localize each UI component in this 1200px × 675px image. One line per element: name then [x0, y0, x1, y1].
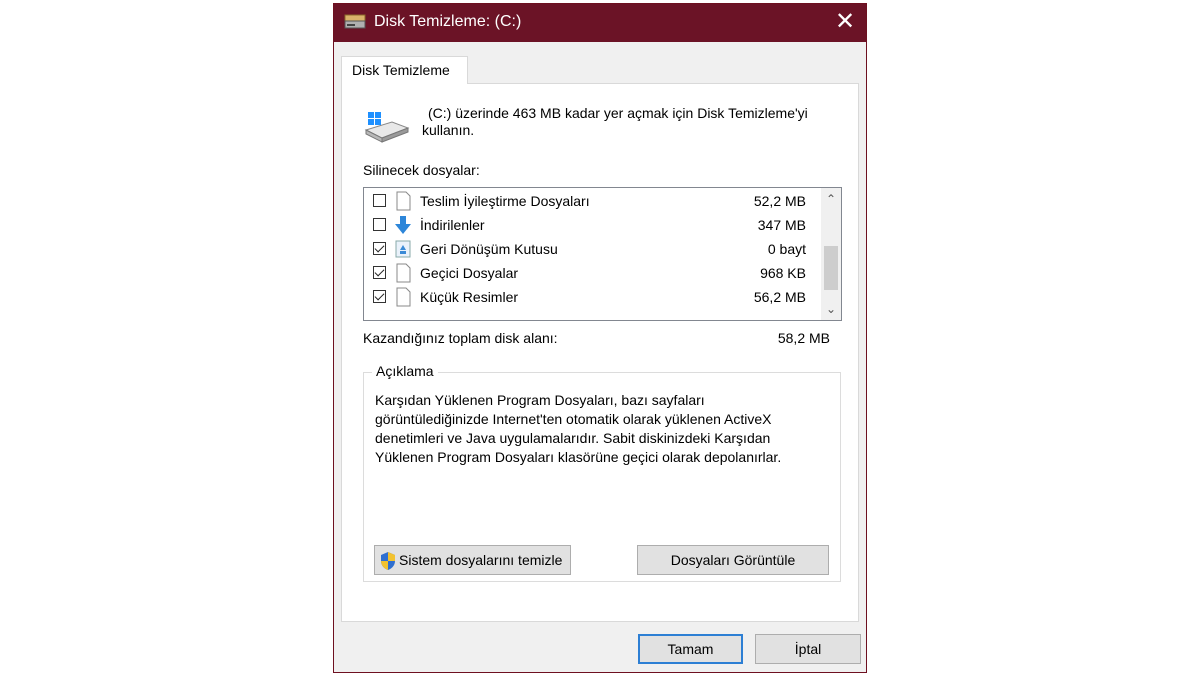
title-bar[interactable]: Disk Temizleme: (C:) ✕: [334, 4, 866, 42]
ok-button[interactable]: Tamam: [638, 634, 743, 664]
description-line: görüntülediğinizde Internet'ten otomatik…: [375, 411, 772, 427]
description-label: Açıklama: [372, 363, 438, 379]
item-name: Küçük Resimler: [420, 289, 519, 305]
intro-line-2: kullanın.: [422, 122, 475, 138]
item-name: Geri Dönüşüm Kutusu: [420, 241, 558, 257]
description-line: Karşıdan Yüklenen Program Dosyaları, baz…: [375, 392, 705, 408]
scrollbar[interactable]: ⌃ ⌄: [821, 188, 841, 320]
disk-cleanup-icon: [344, 14, 366, 29]
checkbox[interactable]: [373, 194, 386, 207]
recycle-bin-icon: [395, 240, 411, 258]
cancel-button[interactable]: İptal: [755, 634, 861, 664]
description-line: denetimleri ve Java uygulamalarıdır. Sab…: [375, 430, 771, 446]
intro-text: (C:) üzerinde 463 MB kadar yer açmak içi…: [422, 105, 842, 139]
view-files-button[interactable]: Dosyaları Görüntüle: [637, 545, 829, 575]
item-name: İndirilenler: [420, 217, 485, 233]
list-item[interactable]: Teslim İyileştirme Dosyaları 52,2 MB: [364, 190, 814, 214]
tab-disk-cleanup[interactable]: Disk Temizleme: [341, 56, 468, 84]
close-button[interactable]: ✕: [824, 4, 866, 42]
scroll-up-button[interactable]: ⌃: [821, 190, 841, 208]
scroll-down-button[interactable]: ⌄: [821, 300, 841, 318]
file-icon: [396, 287, 411, 307]
total-space-value: 58,2 MB: [777, 330, 830, 346]
checkbox[interactable]: [373, 218, 386, 231]
total-space-label: Kazandığınız toplam disk alanı:: [363, 330, 558, 346]
item-size: 56,2 MB: [753, 289, 806, 305]
file-icon: [396, 191, 411, 211]
description-text: Karşıdan Yüklenen Program Dosyaları, baz…: [375, 391, 835, 467]
files-to-delete-label: Silinecek dosyalar:: [363, 162, 480, 178]
list-item[interactable]: İndirilenler 347 MB: [364, 214, 814, 238]
uac-shield-icon: [381, 552, 395, 570]
checkbox[interactable]: [373, 242, 386, 255]
scroll-thumb[interactable]: [824, 246, 838, 290]
list-item[interactable]: Geri Dönüşüm Kutusu 0 bayt: [364, 238, 814, 262]
clean-system-files-button[interactable]: Sistem dosyalarını temizle: [374, 545, 571, 575]
item-name: Geçici Dosyalar: [420, 265, 519, 281]
clean-system-files-label: Sistem dosyalarını temizle: [399, 552, 563, 568]
drive-icon: [364, 112, 410, 143]
file-list[interactable]: Teslim İyileştirme Dosyaları 52,2 MB İnd…: [363, 187, 842, 321]
window-title: Disk Temizleme: (C:): [374, 13, 522, 30]
item-size: 52,2 MB: [753, 193, 806, 209]
checkbox[interactable]: [373, 290, 386, 303]
description-group: Açıklama Karşıdan Yüklenen Program Dosya…: [363, 363, 841, 582]
item-size: 0 bayt: [767, 241, 806, 257]
checkbox[interactable]: [373, 266, 386, 279]
download-arrow-icon: [395, 216, 411, 234]
item-name: Teslim İyileştirme Dosyaları: [420, 193, 590, 209]
tab-panel: (C:) üzerinde 463 MB kadar yer açmak içi…: [341, 83, 859, 622]
intro-line-1: (C:) üzerinde 463 MB kadar yer açmak içi…: [428, 105, 808, 121]
item-size: 968 KB: [760, 265, 806, 281]
list-item[interactable]: Küçük Resimler 56,2 MB: [364, 286, 814, 310]
list-item[interactable]: Geçici Dosyalar 968 KB: [364, 262, 814, 286]
item-size: 347 MB: [757, 217, 806, 233]
disk-cleanup-window: Disk Temizleme: (C:) ✕ Disk Temizleme (C…: [333, 3, 867, 673]
description-line: Yüklenen Program Dosyaları klasörüne geç…: [375, 449, 782, 465]
file-icon: [396, 263, 411, 283]
